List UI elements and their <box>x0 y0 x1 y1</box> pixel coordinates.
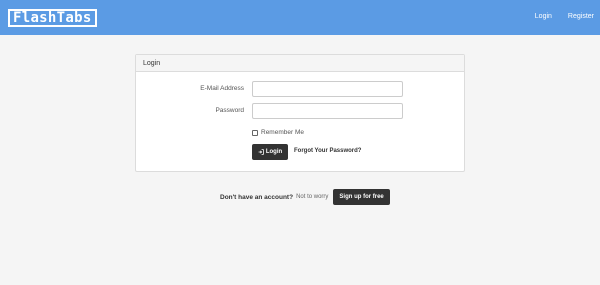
password-label: Password <box>215 107 244 114</box>
login-panel: Login E-Mail Address Password Remember M… <box>135 54 465 172</box>
forgot-password-link[interactable]: Forgot Your Password? <box>294 148 361 154</box>
signup-row: Don't have an account? Not to worry Sign… <box>220 189 390 205</box>
login-button-label: Login <box>265 149 283 155</box>
password-field[interactable] <box>252 103 403 119</box>
signup-question: Don't have an account? <box>220 193 294 201</box>
nav-links: Login Register <box>535 13 594 20</box>
remember-checkbox[interactable] <box>252 129 258 136</box>
email-field[interactable] <box>252 81 403 97</box>
brand-logo[interactable]: FlashTabs <box>8 9 97 27</box>
remember-label: Remember Me <box>261 129 304 136</box>
top-navbar: FlashTabs Login Register <box>0 0 600 35</box>
login-button[interactable]: Login <box>252 144 288 160</box>
sign-in-icon <box>258 149 264 155</box>
panel-heading: Login <box>136 55 464 72</box>
logo-text: FlashTabs <box>8 9 97 27</box>
signup-button[interactable]: Sign up for free <box>333 189 390 205</box>
remember-me[interactable]: Remember Me <box>252 129 304 136</box>
signup-note: Not to worry <box>296 194 329 200</box>
nav-login-link[interactable]: Login <box>535 13 552 20</box>
email-label: E-Mail Address <box>200 85 244 92</box>
nav-register-link[interactable]: Register <box>568 13 594 20</box>
